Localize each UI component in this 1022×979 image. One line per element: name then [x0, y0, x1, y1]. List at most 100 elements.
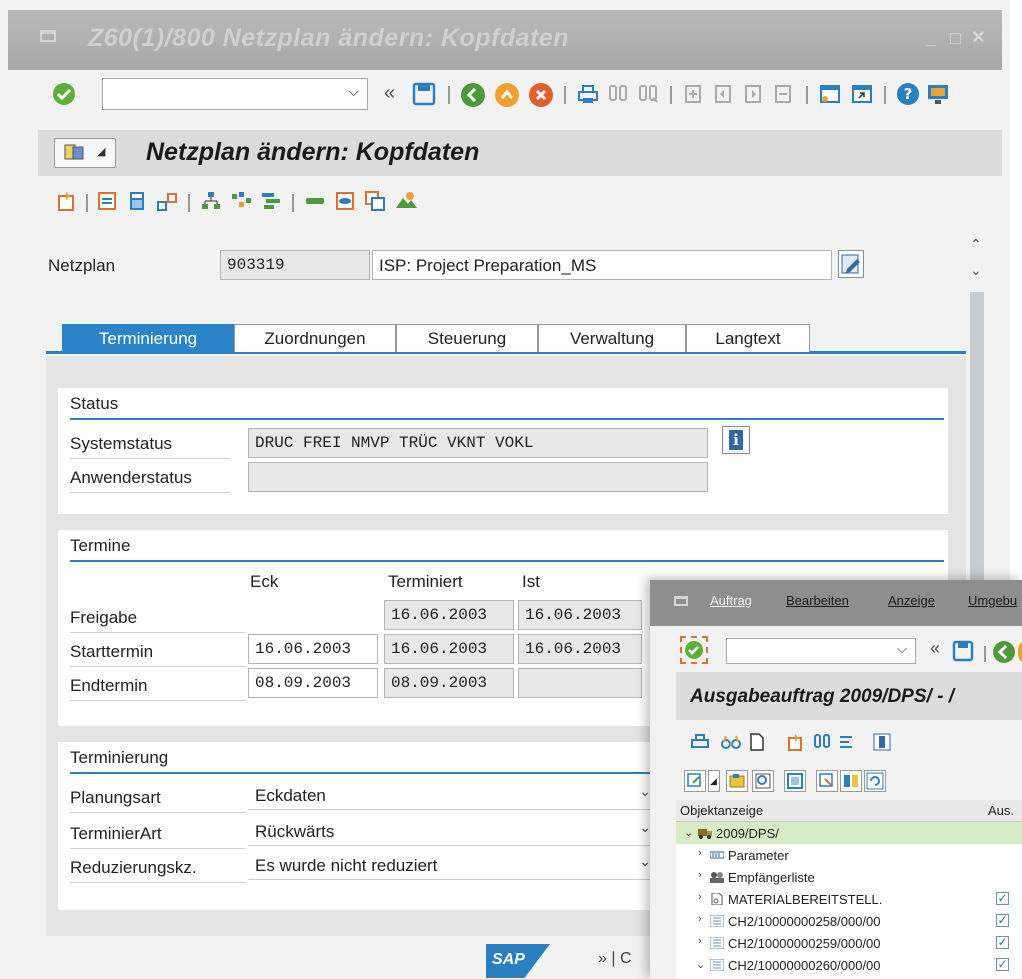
planungsart-select[interactable]: Eckdaten ⌄: [248, 780, 658, 810]
command-input[interactable]: [103, 79, 333, 107]
back-history-icon[interactable]: «: [930, 638, 940, 659]
refresh-icon[interactable]: [864, 770, 886, 792]
back-icon[interactable]: [992, 640, 1016, 669]
find-next-icon[interactable]: [636, 82, 660, 106]
exit-icon[interactable]: [1018, 640, 1022, 664]
network-graphic-icon[interactable]: [230, 190, 252, 212]
milestone-icon[interactable]: [304, 190, 326, 212]
window-menu-icon[interactable]: [674, 596, 688, 606]
hierarchy-icon[interactable]: [200, 190, 222, 212]
tab-verwaltung[interactable]: Verwaltung: [538, 324, 686, 352]
system-menu-button[interactable]: ◢: [54, 138, 116, 168]
chevron-right-icon[interactable]: ›: [698, 913, 702, 925]
collapse-icon[interactable]: [816, 770, 838, 792]
tree-node-order[interactable]: ⌄ CH2/10000000260/000/00 ✓: [676, 954, 1022, 976]
chevron-right-icon[interactable]: ›: [698, 891, 702, 903]
tree-node-order[interactable]: › CH2/10000000259/000/00 ✓: [676, 932, 1022, 954]
back-history-icon[interactable]: «: [384, 82, 395, 105]
operations-icon[interactable]: [96, 190, 118, 212]
status-info-button[interactable]: i: [722, 426, 750, 454]
chevron-down-icon[interactable]: ⌄: [696, 958, 705, 971]
tree-node-order[interactable]: › CH2/10000000258/000/00 ✓: [676, 910, 1022, 932]
tab-terminierung[interactable]: Terminierung: [62, 324, 234, 352]
relationship-icon[interactable]: [334, 190, 356, 212]
display-icon[interactable]: [784, 770, 806, 792]
maximize-button[interactable]: □: [950, 28, 961, 49]
sort-icon[interactable]: [836, 732, 856, 757]
close-button[interactable]: ×: [972, 24, 985, 50]
last-page-icon[interactable]: [772, 82, 794, 106]
first-page-icon[interactable]: [682, 82, 704, 106]
minimize-button[interactable]: _: [926, 28, 936, 49]
calculator-icon[interactable]: [126, 190, 148, 212]
new-document-icon[interactable]: [748, 732, 766, 757]
tree-header: Objektanzeige Aus.: [676, 800, 1022, 822]
menu-auftrag[interactable]: Auftrag: [710, 593, 752, 608]
customize-layout-icon[interactable]: [926, 82, 950, 106]
back-icon[interactable]: [460, 82, 486, 108]
status-bar-nav[interactable]: » | C: [598, 950, 632, 968]
status-group-title: Status: [70, 394, 119, 413]
scroll-down-icon[interactable]: ⌄: [970, 262, 982, 279]
tree-node-root[interactable]: ⌄ 2009/DPS/: [676, 822, 1022, 844]
chevron-down-icon[interactable]: ◢: [708, 770, 720, 792]
menu-umgebung[interactable]: Umgebu: [968, 593, 1017, 608]
menu-anzeige[interactable]: Anzeige: [888, 593, 935, 608]
netzplan-description-field[interactable]: ISP: Project Preparation_MS: [372, 250, 832, 280]
chevron-right-icon[interactable]: ›: [698, 869, 702, 881]
shortcut-icon[interactable]: [850, 82, 874, 106]
window-menu-icon[interactable]: [40, 30, 56, 42]
print-icon[interactable]: [576, 82, 600, 106]
svg-text:?: ?: [904, 85, 913, 103]
folder-icon[interactable]: [726, 770, 748, 792]
expand-icon[interactable]: [684, 770, 706, 792]
tree-node-material[interactable]: › MATERIALBEREITSTELL. ✓: [676, 888, 1022, 910]
gantt-icon[interactable]: [260, 190, 282, 212]
search-icon[interactable]: [752, 770, 774, 792]
output-checkbox[interactable]: ✓: [996, 958, 1009, 971]
output-checkbox[interactable]: ✓: [996, 936, 1009, 949]
command-dropdown-chevron-icon[interactable]: ⌵: [348, 83, 359, 100]
edit-description-button[interactable]: [838, 250, 864, 278]
find-icon[interactable]: [606, 82, 630, 106]
header-icon[interactable]: [786, 732, 806, 757]
next-page-icon[interactable]: [742, 82, 764, 106]
chevron-right-icon[interactable]: ›: [698, 847, 702, 859]
save-icon[interactable]: [412, 82, 436, 106]
output-checkbox[interactable]: ✓: [996, 914, 1009, 927]
command-field[interactable]: ⌵: [102, 78, 368, 110]
command-field[interactable]: ⌵: [726, 638, 916, 664]
exit-icon[interactable]: [494, 82, 520, 108]
header-icon[interactable]: [56, 190, 78, 212]
copy-icon[interactable]: [364, 190, 386, 212]
components-icon[interactable]: [156, 190, 178, 212]
enter-check-icon[interactable]: [52, 82, 76, 106]
endtermin-eck-field[interactable]: 08.09.2003: [248, 668, 378, 698]
reduzierung-select[interactable]: Es wurde nicht reduziert ⌄: [248, 850, 658, 880]
tab-zuordnungen[interactable]: Zuordnungen: [234, 324, 396, 352]
info-icon[interactable]: [872, 732, 892, 757]
help-icon[interactable]: ?: [896, 82, 920, 106]
tree-node-recipients[interactable]: › Empfängerliste: [676, 866, 1022, 888]
glasses-icon[interactable]: [720, 732, 742, 757]
scroll-up-icon[interactable]: ⌃: [970, 236, 982, 253]
starttermin-eck-field[interactable]: 16.06.2003: [248, 634, 378, 664]
previous-page-icon[interactable]: [712, 82, 734, 106]
tree-node-parameter[interactable]: › Parameter: [676, 844, 1022, 866]
cancel-icon[interactable]: [528, 82, 554, 108]
chevron-down-icon[interactable]: ⌄: [684, 826, 693, 839]
find-icon[interactable]: [812, 732, 832, 757]
terminierart-select[interactable]: Rückwärts ⌄: [248, 816, 658, 846]
tab-steuerung[interactable]: Steuerung: [396, 324, 538, 352]
chevron-right-icon[interactable]: ›: [698, 935, 702, 947]
output-checkbox[interactable]: ✓: [996, 892, 1009, 905]
print-icon[interactable]: [690, 732, 710, 757]
create-session-icon[interactable]: [818, 82, 842, 106]
tab-langtext[interactable]: Langtext: [686, 324, 810, 352]
project-icon[interactable]: [394, 190, 418, 212]
enter-button[interactable]: [680, 636, 708, 664]
command-dropdown-chevron-icon[interactable]: ⌵: [897, 641, 907, 657]
menu-bearbeiten[interactable]: Bearbeiten: [786, 593, 849, 608]
transfer-icon[interactable]: [840, 770, 862, 792]
save-icon[interactable]: [952, 640, 974, 667]
